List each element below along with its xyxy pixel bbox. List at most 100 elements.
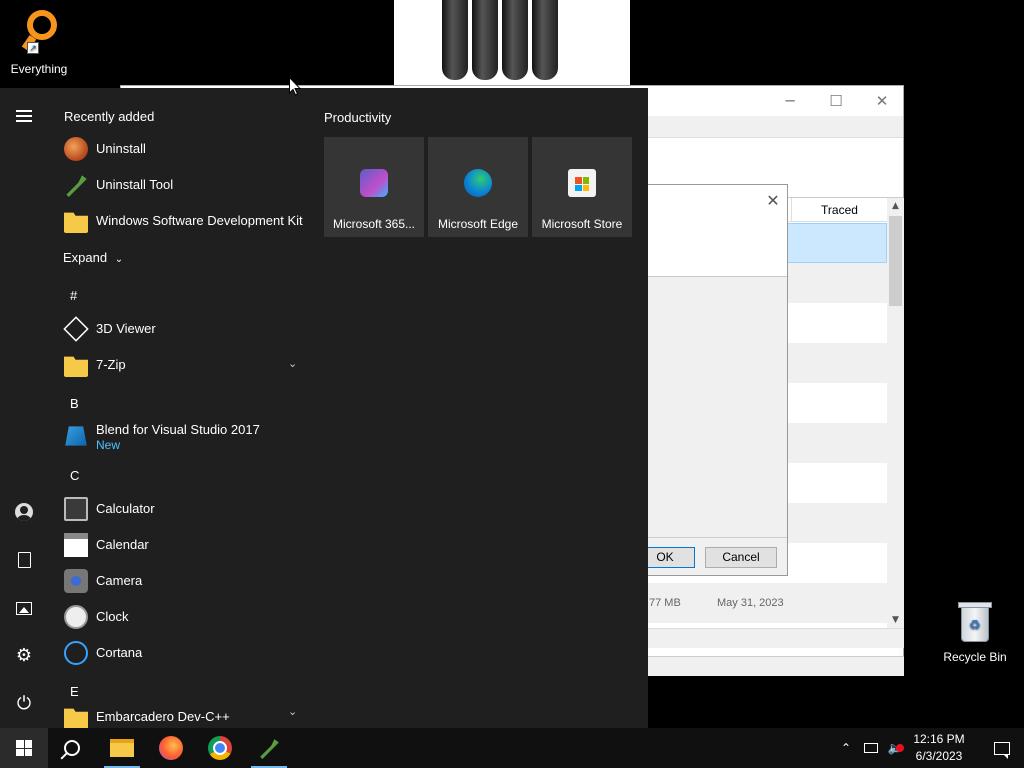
app-label: Blend for Visual Studio 2017: [96, 422, 260, 437]
firefox-icon: [159, 736, 183, 760]
list-item-cortana[interactable]: Cortana: [48, 635, 310, 671]
uninstall-icon: [64, 137, 88, 161]
list-item-uninstall-tool[interactable]: Uninstall Tool: [48, 167, 310, 203]
scroll-up-icon[interactable]: ▲: [887, 198, 904, 214]
chevron-down-icon: ⌄: [114, 254, 124, 265]
tile-microsoft-edge[interactable]: Microsoft Edge: [428, 137, 528, 237]
scroll-down-icon[interactable]: ▼: [887, 612, 904, 628]
list-item-3d-viewer[interactable]: 3D Viewer: [48, 311, 310, 347]
documents-button[interactable]: [4, 540, 44, 580]
chevron-down-icon[interactable]: ⌄: [288, 705, 297, 718]
recycle-bin-icon: ♻: [955, 600, 995, 644]
vertical-scrollbar[interactable]: ▲ ▼: [887, 198, 904, 628]
tile-microsoft-365[interactable]: Microsoft 365...: [324, 137, 424, 237]
taskbar-file-explorer[interactable]: [98, 728, 146, 768]
app-label: Calendar: [96, 537, 149, 552]
scroll-thumb[interactable]: [889, 216, 902, 306]
tiles-area: Productivity Microsoft 365... Microsoft …: [310, 88, 648, 728]
blend-icon: [65, 426, 87, 446]
list-item-7-zip[interactable]: 7-Zip ⌄: [48, 347, 310, 383]
expand-label: Expand: [63, 250, 108, 265]
chevron-down-icon[interactable]: ⌄: [288, 357, 297, 370]
start-rail: ⚙ ⏻: [0, 88, 48, 728]
everything-icon: ↗: [19, 6, 59, 60]
close-button[interactable]: ✕: [859, 90, 905, 112]
power-icon: ⏻: [16, 693, 32, 714]
maximize-button[interactable]: ☐: [813, 90, 859, 112]
desktop-icon-label: Everything: [10, 62, 68, 76]
chrome-icon: [208, 736, 232, 760]
list-item-clock[interactable]: Clock: [48, 599, 310, 635]
minimize-button[interactable]: ─: [767, 90, 813, 112]
wallpaper-shape: [442, 0, 468, 80]
taskbar-firefox[interactable]: [147, 728, 195, 768]
divider: [641, 537, 787, 538]
wallpaper: [394, 0, 630, 86]
app-label: 7-Zip: [96, 357, 126, 372]
wallpaper-shape: [502, 0, 528, 80]
shortcut-arrow-icon: ↗: [27, 42, 39, 54]
desktop-icon-recycle-bin[interactable]: ♻ Recycle Bin: [940, 600, 1010, 664]
gear-icon: ⚙: [15, 645, 33, 666]
search-button[interactable]: [48, 728, 96, 768]
network-icon: [864, 743, 878, 753]
hamburger-menu-button[interactable]: [4, 96, 44, 136]
cortana-icon: [64, 641, 88, 665]
tile-group-title[interactable]: Productivity: [324, 110, 391, 125]
tile-label: Microsoft Edge: [437, 217, 519, 231]
letter-header-hash[interactable]: #: [70, 288, 77, 303]
dialog[interactable]: ✕ OK Cancel: [635, 184, 788, 576]
start-button[interactable]: [0, 728, 48, 768]
letter-header-c[interactable]: C: [70, 468, 79, 483]
clock-date: 6/3/2023: [915, 749, 963, 763]
power-button[interactable]: ⏻: [4, 684, 44, 724]
dialog-close-icon[interactable]: ✕: [763, 191, 783, 211]
user-icon: [15, 503, 33, 521]
column-header-traced[interactable]: Traced: [791, 198, 887, 222]
app-label: Cortana: [96, 645, 143, 660]
tile-microsoft-store[interactable]: Microsoft Store: [532, 137, 632, 237]
taskbar-uninstall-tool[interactable]: [245, 728, 293, 768]
cancel-button[interactable]: Cancel: [705, 547, 777, 568]
start-menu[interactable]: ⚙ ⏻ Recently added Uninstall Uninstall T…: [0, 88, 648, 728]
edge-icon: [464, 169, 492, 197]
app-label: Camera: [96, 573, 143, 588]
letter-header-b[interactable]: B: [70, 396, 79, 411]
list-item-calendar[interactable]: Calendar: [48, 527, 310, 563]
list-item-calculator[interactable]: Calculator: [48, 491, 310, 527]
app-label: 3D Viewer: [96, 321, 156, 336]
store-icon: [568, 169, 596, 197]
list-item-uninstall[interactable]: Uninstall: [48, 131, 310, 167]
app-label: Uninstall Tool: [96, 177, 174, 192]
chevron-up-icon: ⌃: [840, 741, 852, 755]
expand-button[interactable]: Expand ⌄: [63, 250, 123, 265]
app-label: Uninstall: [96, 141, 146, 156]
folder-icon: [64, 212, 88, 233]
folder-icon: [64, 356, 88, 377]
pictures-button[interactable]: [4, 588, 44, 628]
show-hidden-icons-button[interactable]: ⌃: [836, 728, 856, 768]
pictures-icon: [16, 601, 32, 615]
clock[interactable]: 12:16 PM 6/3/2023: [908, 731, 970, 765]
action-center-button[interactable]: [980, 728, 1024, 768]
desktop-icon-label: Recycle Bin: [943, 650, 1007, 664]
network-button[interactable]: [860, 728, 882, 768]
new-badge: New: [96, 438, 121, 452]
settings-button[interactable]: ⚙: [4, 636, 44, 676]
volume-button[interactable]: 🔈: [884, 728, 906, 768]
microsoft-365-icon: [360, 169, 388, 197]
clock-icon: [64, 605, 88, 629]
list-item-camera[interactable]: Camera: [48, 563, 310, 599]
list-item-windows-sdk[interactable]: Windows Software Development Kit: [48, 203, 310, 239]
account-button[interactable]: [4, 492, 44, 532]
list-item-blend[interactable]: Blend for Visual Studio 2017 New: [48, 418, 310, 460]
desktop-icon-everything[interactable]: ↗ Everything: [4, 6, 74, 76]
app-list[interactable]: Recently added Uninstall Uninstall Tool …: [48, 88, 310, 728]
taskbar-chrome[interactable]: [196, 728, 244, 768]
file-explorer-icon: [110, 739, 134, 757]
windows-logo-icon: [16, 740, 32, 756]
list-item-embarcadero[interactable]: Embarcadero Dev-C++ ⌄: [48, 699, 310, 728]
wallpaper-shape: [532, 0, 558, 80]
cube-icon: [63, 316, 89, 342]
letter-header-e[interactable]: E: [70, 684, 79, 699]
